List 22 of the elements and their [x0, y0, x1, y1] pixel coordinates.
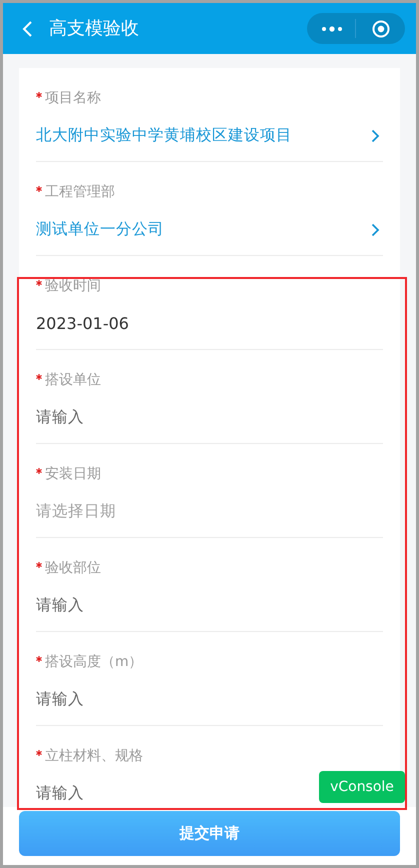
- date-field[interactable]: 请选择日期: [36, 501, 306, 523]
- input-field[interactable]: 请输入: [36, 689, 306, 711]
- vconsole-button[interactable]: vConsole: [319, 771, 405, 803]
- field-label: 项目名称: [45, 88, 101, 108]
- select-value[interactable]: 北大附中实验中学黄埔校区建设项目: [36, 124, 292, 148]
- input-field[interactable]: 请输入: [36, 595, 306, 617]
- field-label: 安装日期: [45, 464, 101, 484]
- select-value[interactable]: 测试单位一分公司: [36, 218, 164, 242]
- field-label: 立柱材料、规格: [45, 746, 143, 766]
- field-label: 搭设单位: [45, 370, 101, 390]
- chevron-right-icon[interactable]: [371, 223, 380, 237]
- chevron-right-icon[interactable]: [371, 129, 380, 143]
- field-label: 验收部位: [45, 558, 101, 578]
- field-label: 搭设高度（m）: [45, 652, 143, 672]
- field-label: 工程管理部: [45, 182, 115, 202]
- submit-button[interactable]: 提交申请: [19, 811, 400, 856]
- field-label: 验收时间: [45, 276, 101, 296]
- input-field[interactable]: 请输入: [36, 407, 306, 429]
- page-title: 高支模验收: [49, 17, 139, 41]
- input-field[interactable]: 请输入: [36, 783, 306, 805]
- field-value: 2023-01-06: [36, 313, 129, 335]
- more-icon[interactable]: [321, 26, 343, 32]
